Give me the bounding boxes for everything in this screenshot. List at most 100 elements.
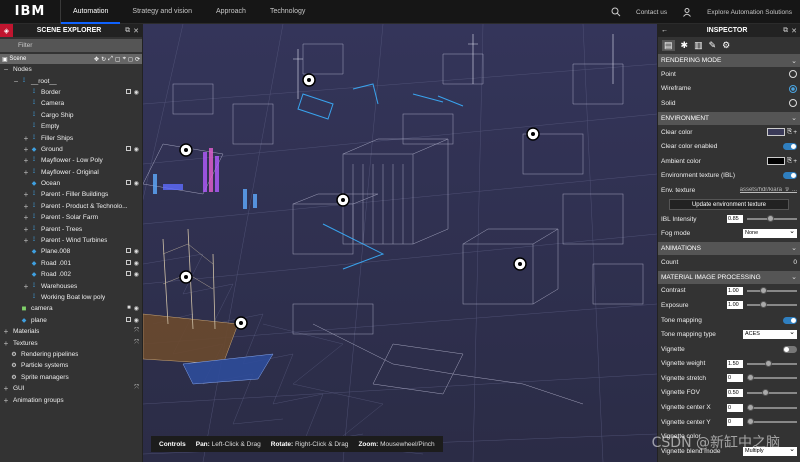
ibm-logo[interactable]: IBM: [0, 4, 60, 19]
vignette-weight-slider[interactable]: [747, 359, 797, 367]
search-icon[interactable]: [604, 0, 628, 24]
slider-knob[interactable]: [764, 359, 772, 367]
bounding-gizmo-icon[interactable]: ▢: [115, 56, 121, 63]
tree-node[interactable]: + Textures ⤧: [0, 337, 142, 348]
clear-color-enabled-toggle[interactable]: [783, 143, 797, 151]
explore-link[interactable]: Explore Automation Solutions: [699, 9, 800, 16]
vignette-stretch-input[interactable]: 0: [727, 374, 743, 383]
tree-node[interactable]: ⚙ Particle systems: [0, 360, 142, 371]
popout-icon[interactable]: ⧉: [125, 27, 130, 35]
env-texture-ibl-toggle[interactable]: [783, 172, 797, 180]
tree-node[interactable]: + ⟟ Mayflower - Low Poly: [0, 155, 142, 166]
vignette-center-x-slider[interactable]: [747, 403, 797, 411]
expand-arrows-icon[interactable]: ⤧: [134, 328, 139, 335]
section-material-image-processing[interactable]: MATERIAL IMAGE PROCESSING ⌄: [658, 270, 800, 284]
vignette-toggle[interactable]: [783, 345, 797, 353]
back-arrow-icon[interactable]: ←: [658, 27, 671, 34]
tree-node[interactable]: ⟟ Camera: [0, 98, 142, 109]
bounding-box-icon[interactable]: [125, 88, 131, 94]
vignette-center-y-input[interactable]: 0: [727, 418, 743, 427]
exposure-input[interactable]: 1.00: [727, 301, 743, 310]
expand-icon[interactable]: +: [22, 225, 30, 234]
slider-knob[interactable]: [762, 388, 769, 396]
collapse-icon[interactable]: −: [12, 77, 20, 86]
tools-tab-icon[interactable]: ✎: [709, 40, 717, 51]
tree-node[interactable]: + ⟟ Mayflower - Original: [0, 167, 142, 178]
ibl-intensity-slider[interactable]: [747, 215, 797, 223]
visibility-eye-icon[interactable]: ◉: [134, 248, 139, 255]
rotate-gizmo-icon[interactable]: ↻: [101, 56, 106, 63]
tree-node[interactable]: + ⟟ Parent - Trees: [0, 223, 142, 234]
vignette-weight-input[interactable]: 1.50: [727, 359, 743, 368]
close-icon[interactable]: ✕: [791, 27, 797, 35]
debug-tab-icon[interactable]: ✱: [681, 40, 689, 51]
slider-knob[interactable]: [747, 418, 754, 426]
properties-tab-icon[interactable]: ▤: [662, 39, 675, 51]
collapse-icon[interactable]: −: [2, 65, 10, 74]
fog-mode-select[interactable]: None: [743, 227, 797, 239]
expand-icon[interactable]: +: [22, 190, 30, 199]
tree-node[interactable]: ⟟ Empty: [0, 121, 142, 132]
tree-node[interactable]: + ⟟ Parent - Solar Farm: [0, 212, 142, 223]
tree-node[interactable]: ◆ Road .001 ◉: [0, 258, 142, 269]
tone-mapping-type-select[interactable]: ACES: [743, 328, 797, 340]
env-texture-link[interactable]: assets/hdr/kiara_9_...: [740, 187, 797, 193]
visibility-eye-icon[interactable]: ◉: [134, 89, 139, 96]
expand-icon[interactable]: +: [22, 236, 30, 245]
pointer-icon[interactable]: ⌖: [123, 56, 126, 63]
ibl-intensity-input[interactable]: 0.85: [727, 215, 743, 224]
tree-node[interactable]: + ⟟ Filler Ships: [0, 132, 142, 143]
statistics-tab-icon[interactable]: ▥: [694, 40, 703, 51]
copy-icon[interactable]: ⎘: [787, 157, 792, 165]
tab-technology[interactable]: Technology: [258, 0, 317, 24]
visibility-eye-icon[interactable]: ◉: [134, 305, 139, 312]
tree-node[interactable]: + GUI ⤧: [0, 383, 142, 394]
copy-icon[interactable]: ⎘: [787, 128, 792, 136]
expand-icon[interactable]: +: [2, 327, 10, 336]
expand-icon[interactable]: +: [22, 202, 30, 211]
tab-automation[interactable]: Automation: [61, 0, 121, 24]
user-icon[interactable]: [675, 0, 699, 24]
tree-node[interactable]: ◆ Road .002 ◉: [0, 269, 142, 280]
refresh-icon[interactable]: ⟳: [135, 56, 140, 63]
tree-node[interactable]: + ⟟ Parent - Filler Buildings: [0, 189, 142, 200]
scale-gizmo-icon[interactable]: ⤢: [108, 56, 113, 63]
tree-node[interactable]: ◼ camera ■ ◉: [0, 303, 142, 314]
tone-mapping-toggle[interactable]: [783, 316, 797, 324]
tree-node[interactable]: ⚙ Rendering pipelines: [0, 349, 142, 360]
exposure-slider[interactable]: [747, 301, 797, 309]
tree-node[interactable]: ⚙ Sprite managers: [0, 372, 142, 383]
vignette-stretch-slider[interactable]: [747, 374, 797, 382]
popout-icon[interactable]: ⧉: [783, 27, 788, 35]
close-icon[interactable]: ✕: [133, 27, 139, 35]
tree-node[interactable]: ◆ Ocean ◉: [0, 178, 142, 189]
slider-knob[interactable]: [759, 286, 767, 294]
camera-icon[interactable]: ◻: [128, 56, 133, 63]
visibility-eye-icon[interactable]: ◉: [134, 146, 139, 153]
expand-icon[interactable]: +: [22, 168, 30, 177]
ambient-color-swatch[interactable]: [767, 157, 785, 166]
vignette-center-y-slider[interactable]: [747, 418, 797, 426]
tree-node[interactable]: + ⟟ Parent - Product & Technolo...: [0, 201, 142, 212]
bounding-box-icon[interactable]: [125, 316, 131, 322]
section-environment[interactable]: ENVIRONMENT ⌄: [658, 111, 800, 125]
vignette-center-x-input[interactable]: 0: [727, 403, 743, 412]
tree-node[interactable]: ◆ plane ◉: [0, 315, 142, 326]
filter-input[interactable]: Filter: [0, 39, 142, 52]
visibility-eye-icon[interactable]: ◉: [134, 260, 139, 267]
expand-icon[interactable]: +: [22, 213, 30, 222]
expand-plus-icon[interactable]: +: [793, 129, 797, 136]
bounding-box-icon[interactable]: [125, 180, 131, 186]
3d-viewport[interactable]: Controls Pan: Left-Click & Drag Rotate: …: [143, 24, 657, 462]
expand-plus-icon[interactable]: +: [793, 158, 797, 165]
bounding-box-icon[interactable]: [125, 145, 131, 151]
tree-node[interactable]: + ⟟ Warehouses: [0, 280, 142, 291]
clear-color-swatch[interactable]: [767, 128, 785, 137]
slider-knob[interactable]: [747, 403, 754, 411]
tree-node[interactable]: ⟟ Working Boat low poly: [0, 292, 142, 303]
tab-approach[interactable]: Approach: [204, 0, 258, 24]
vignette-fov-slider[interactable]: [747, 388, 797, 396]
visibility-eye-icon[interactable]: ◉: [134, 317, 139, 324]
tree-node[interactable]: ⟟ Cargo Ship: [0, 110, 142, 121]
active-camera-icon[interactable]: ■: [127, 305, 131, 312]
